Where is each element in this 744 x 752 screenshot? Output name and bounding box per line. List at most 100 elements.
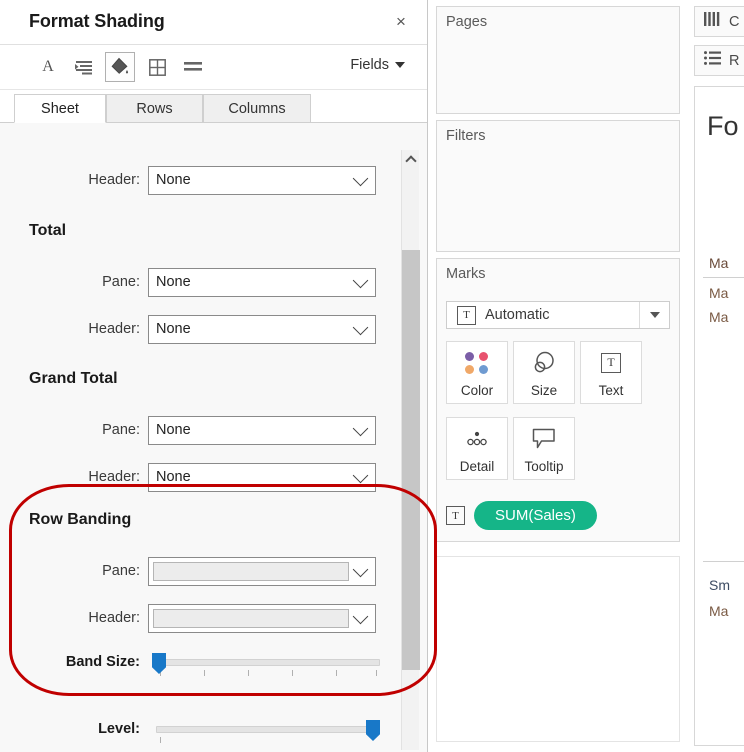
view-row-item: Ma bbox=[709, 285, 729, 301]
rows-shelf[interactable]: R bbox=[694, 45, 744, 76]
detail-dots-icon bbox=[464, 418, 490, 459]
field-label: Pane: bbox=[102, 563, 140, 579]
chevron-down-icon bbox=[352, 608, 369, 625]
field-row-total-pane: Pane: None bbox=[0, 267, 392, 297]
rows-shelf-label: R bbox=[729, 52, 740, 69]
field-label: Header: bbox=[88, 610, 140, 626]
lines-icon[interactable] bbox=[178, 52, 208, 82]
view-row-item: Sm bbox=[709, 577, 730, 593]
lower-card bbox=[436, 556, 680, 742]
section-heading-row-banding: Row Banding bbox=[29, 511, 132, 528]
grand-total-pane-select-value: None bbox=[156, 422, 191, 438]
columns-icon bbox=[704, 11, 721, 32]
mark-type-value: Automatic bbox=[485, 307, 550, 323]
filters-card-title: Filters bbox=[446, 128, 486, 144]
mark-type-dropdown[interactable]: T Automatic bbox=[446, 301, 670, 329]
band-size-slider-row: Band Size: bbox=[0, 651, 392, 677]
marks-detail-label: Detail bbox=[459, 459, 495, 474]
chevron-down-icon bbox=[352, 170, 369, 187]
sum-sales-pill[interactable]: SUM(Sales) bbox=[474, 501, 597, 530]
marks-field-pill-row: T SUM(Sales) bbox=[446, 501, 597, 530]
field-label: Header: bbox=[88, 469, 140, 485]
field-label: Pane: bbox=[102, 274, 140, 290]
marks-size-label: Size bbox=[530, 383, 558, 398]
marks-detail-button[interactable]: Detail bbox=[446, 417, 508, 480]
level-slider-ticks bbox=[156, 737, 380, 743]
header-top-select[interactable]: None bbox=[148, 165, 376, 195]
format-toolbar: A Fields bbox=[0, 45, 427, 90]
font-icon[interactable]: A bbox=[33, 52, 63, 82]
font-icon-glyph: A bbox=[42, 58, 54, 75]
level-label: Level: bbox=[98, 721, 140, 737]
row-banding-header-select[interactable] bbox=[148, 603, 376, 633]
field-label: Pane: bbox=[102, 422, 140, 438]
text-t-icon: T bbox=[446, 506, 465, 525]
tab-sheet[interactable]: Sheet bbox=[14, 94, 106, 123]
chevron-down-icon bbox=[352, 467, 369, 484]
total-header-select[interactable]: None bbox=[148, 314, 376, 344]
marks-color-button[interactable]: Color bbox=[446, 341, 508, 404]
field-label: Header: bbox=[88, 321, 140, 337]
filters-card[interactable]: Filters bbox=[436, 120, 680, 252]
columns-shelf-label: C bbox=[729, 13, 740, 30]
tab-columns-label: Columns bbox=[228, 100, 286, 117]
rows-icon bbox=[704, 51, 721, 70]
pages-card-title: Pages bbox=[446, 14, 488, 30]
field-row-grand-total-header: Header: None bbox=[0, 462, 392, 492]
worksheet-view-panel: C R Fo Ma Ma Ma Sm Ma bbox=[690, 0, 744, 752]
marks-size-button[interactable]: Size bbox=[513, 341, 575, 404]
tab-columns[interactable]: Columns bbox=[203, 94, 311, 123]
marks-tooltip-label: Tooltip bbox=[524, 459, 564, 474]
marks-text-button[interactable]: T Text bbox=[580, 341, 642, 404]
total-header-select-value: None bbox=[156, 321, 191, 337]
pages-card[interactable]: Pages bbox=[436, 6, 680, 114]
field-row-row-banding-header: Header: bbox=[0, 603, 392, 633]
shelf-cards-column: Pages Filters Marks T Automatic Color Si… bbox=[436, 0, 688, 752]
grand-total-header-select-value: None bbox=[156, 469, 191, 485]
level-slider-row: Level: bbox=[0, 718, 392, 744]
grand-total-pane-select[interactable]: None bbox=[148, 415, 376, 445]
tooltip-bubble-icon bbox=[531, 418, 557, 459]
format-options-scroll-area: Header: None Total Pane: None Header: No… bbox=[0, 124, 427, 752]
field-label: Header: bbox=[88, 172, 140, 188]
total-pane-select[interactable]: None bbox=[148, 267, 376, 297]
view-canvas[interactable]: Fo Ma Ma Ma Sm Ma bbox=[694, 86, 744, 746]
marks-card: Marks T Automatic Color Size T Text Deta… bbox=[436, 258, 680, 542]
borders-icon[interactable] bbox=[142, 52, 172, 82]
view-column-header: Ma bbox=[709, 255, 729, 271]
chevron-down-icon bbox=[352, 272, 369, 289]
size-circles-icon bbox=[530, 342, 558, 383]
field-row-row-banding-pane: Pane: bbox=[0, 556, 392, 586]
page-title: Format Shading bbox=[29, 11, 165, 31]
divider bbox=[703, 277, 744, 278]
format-panel-scrollbar[interactable] bbox=[401, 150, 420, 750]
band-size-slider-track[interactable] bbox=[156, 659, 380, 666]
scrollbar-thumb[interactable] bbox=[402, 250, 420, 670]
grand-total-header-select[interactable]: None bbox=[148, 462, 376, 492]
row-banding-pane-select[interactable] bbox=[148, 556, 376, 586]
shading-icon[interactable] bbox=[105, 52, 135, 82]
close-icon[interactable]: × bbox=[389, 10, 413, 34]
tab-rows[interactable]: Rows bbox=[106, 94, 203, 123]
color-swatch bbox=[153, 608, 349, 628]
format-tabs: Sheet Rows Columns bbox=[0, 90, 427, 123]
marks-tooltip-button[interactable]: Tooltip bbox=[513, 417, 575, 480]
band-size-slider-ticks bbox=[156, 670, 380, 676]
fields-dropdown[interactable]: Fields bbox=[350, 57, 405, 73]
chevron-down-icon bbox=[352, 319, 369, 336]
view-row-item: Ma bbox=[709, 603, 729, 619]
field-row-grand-total-pane: Pane: None bbox=[0, 415, 392, 445]
columns-shelf[interactable]: C bbox=[694, 6, 744, 37]
format-shading-panel: Format Shading × A Fields Sheet Rows Col… bbox=[0, 0, 428, 752]
tab-sheet-label: Sheet bbox=[41, 100, 79, 117]
scroll-up-icon[interactable] bbox=[402, 150, 420, 168]
chevron-down-icon[interactable] bbox=[639, 302, 669, 328]
view-row-item: Ma bbox=[709, 309, 729, 325]
tab-rows-label: Rows bbox=[136, 100, 173, 117]
text-t-icon: T bbox=[601, 342, 621, 383]
align-icon[interactable] bbox=[69, 52, 99, 82]
marks-card-title: Marks bbox=[446, 266, 486, 282]
color-swatch bbox=[153, 561, 349, 581]
level-slider-track[interactable] bbox=[156, 726, 380, 733]
app-root: Format Shading × A Fields Sheet Rows Col… bbox=[0, 0, 744, 752]
